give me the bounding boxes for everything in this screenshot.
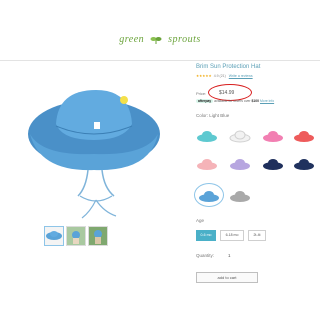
thumbnail-2[interactable] (66, 226, 86, 246)
afterpay-badge: afterpay (196, 99, 214, 103)
brand-logo[interactable]: green sprouts (0, 34, 320, 45)
price-label: Price: (196, 91, 207, 96)
color-swatch-white[interactable] (229, 128, 251, 144)
age-option-2t-4t[interactable]: 2t-4t (248, 230, 266, 241)
product-image-hat[interactable] (26, 84, 176, 224)
sprout-icon (150, 36, 162, 44)
age-option-0-6mo[interactable]: 0-6 mo (196, 230, 216, 241)
color-swatch-navy[interactable] (293, 156, 315, 172)
afterpay-row: afterpay available for orders over $100 … (196, 99, 274, 103)
color-swatch-gray[interactable] (229, 188, 251, 204)
logo-word-green: green (119, 34, 145, 45)
quantity-label: Quantity: (196, 253, 215, 258)
color-swatch-lavender[interactable] (229, 156, 251, 172)
color-swatch-coral[interactable] (293, 128, 315, 144)
color-label: Color: Light Blue (196, 113, 230, 118)
product-title: Brim Sun Protection Hat (196, 64, 261, 70)
color-swatch-aqua[interactable] (196, 128, 218, 144)
afterpay-more-info-link[interactable]: More info (260, 99, 274, 103)
header-divider (0, 60, 320, 61)
afterpay-text: available for orders over (214, 99, 251, 103)
age-label: Age (196, 218, 205, 223)
logo-word-sprouts: sprouts (168, 34, 201, 45)
thumbnail-1[interactable] (44, 226, 64, 246)
color-swatch-navy-dots[interactable] (262, 156, 284, 172)
color-swatch-pink[interactable] (262, 128, 284, 144)
add-to-cart-button[interactable]: add to cart (196, 272, 258, 283)
selected-swatch-ring (194, 183, 224, 207)
hat-thumb-icon (46, 231, 62, 240)
rating-text: 4.9 (21) (213, 74, 226, 78)
rating-row: ★★★★★ 4.9 (21) Write a reviews (196, 74, 253, 78)
photo-thumb-icon (67, 227, 85, 245)
color-swatch-light-pink[interactable] (196, 156, 218, 172)
quantity-input[interactable]: 1 (228, 253, 231, 258)
age-option-6-18mo[interactable]: 6-18 mo (220, 230, 244, 241)
thumbnail-3[interactable] (88, 226, 108, 246)
write-review-link[interactable]: Write a reviews (229, 74, 253, 78)
rating-stars: ★★★★★ (196, 74, 212, 78)
photo-thumb-icon (89, 227, 107, 245)
afterpay-threshold: $100 (251, 99, 260, 103)
